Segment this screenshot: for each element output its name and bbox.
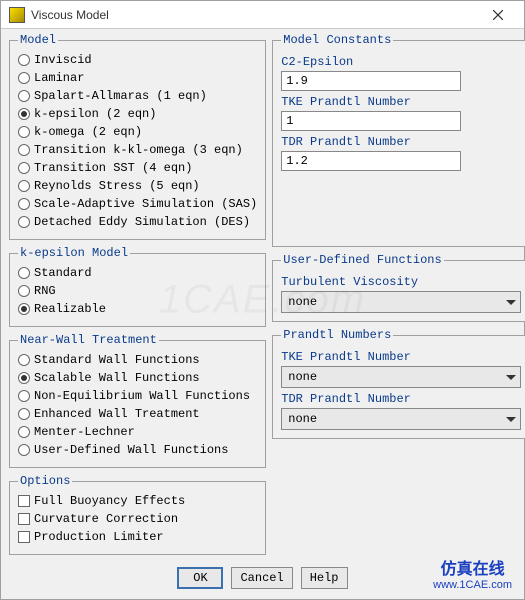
model-opt-transition-sst[interactable]: Transition SST (4 eqn) [18,159,257,177]
radio-icon [18,372,30,384]
model-opt-kepsilon[interactable]: k-epsilon (2 eqn) [18,105,257,123]
c2-epsilon-label: C2-Epsilon [281,55,521,69]
radio-icon [18,108,30,120]
nwt-opt-user-defined[interactable]: User-Defined Wall Functions [18,441,257,459]
tdr-prandtl-label: TDR Prandtl Number [281,135,521,149]
help-button[interactable]: Help [301,567,348,589]
keps-group: k-epsilon Model Standard RNG Realizable [9,246,266,327]
radio-icon [18,426,30,438]
radio-icon [18,285,30,297]
model-opt-reynolds-stress[interactable]: Reynolds Stress (5 eqn) [18,177,257,195]
prandtl-numbers-group: Prandtl Numbers TKE Prandtl Number none … [272,328,525,439]
client-area: 1CAE.com Model Inviscid Laminar Spalart-… [1,29,524,599]
opt-production-limiter[interactable]: Production Limiter [18,528,257,546]
udf-group: User-Defined Functions Turbulent Viscosi… [272,253,525,322]
titlebar: Viscous Model [1,1,524,29]
ok-button[interactable]: OK [177,567,223,589]
left-column: Model Inviscid Laminar Spalart-Allmaras … [9,33,266,561]
radio-icon [18,126,30,138]
radio-icon [18,72,30,84]
turb-viscosity-combo[interactable]: none [281,291,521,313]
radio-icon [18,303,30,315]
checkbox-icon [18,513,30,525]
nwt-group: Near-Wall Treatment Standard Wall Functi… [9,333,266,468]
tdr-prandtl-input[interactable] [281,151,461,171]
pn-tdr-label: TDR Prandtl Number [281,392,521,406]
model-opt-laminar[interactable]: Laminar [18,69,257,87]
model-opt-komega[interactable]: k-omega (2 eqn) [18,123,257,141]
viscous-model-dialog: Viscous Model 1CAE.com Model Inviscid La… [0,0,525,600]
turb-viscosity-label: Turbulent Viscosity [281,275,521,289]
options-group: Options Full Buoyancy Effects Curvature … [9,474,266,555]
keps-opt-standard[interactable]: Standard [18,264,257,282]
nwt-opt-standard[interactable]: Standard Wall Functions [18,351,257,369]
tke-prandtl-label: TKE Prandtl Number [281,95,521,109]
model-opt-spalart[interactable]: Spalart-Allmaras (1 eqn) [18,87,257,105]
radio-icon [18,216,30,228]
c2-epsilon-input[interactable] [281,71,461,91]
udf-legend: User-Defined Functions [281,253,443,267]
radio-icon [18,444,30,456]
chevron-down-icon [506,375,516,380]
nwt-legend: Near-Wall Treatment [18,333,159,347]
options-legend: Options [18,474,72,488]
pn-tke-value: none [288,370,317,384]
model-opt-sas[interactable]: Scale-Adaptive Simulation (SAS) [18,195,257,213]
keps-legend: k-epsilon Model [18,246,130,260]
chevron-down-icon [506,417,516,422]
close-icon [493,10,503,20]
app-icon [9,7,25,23]
radio-icon [18,162,30,174]
radio-icon [18,90,30,102]
keps-opt-realizable[interactable]: Realizable [18,300,257,318]
pn-tke-label: TKE Prandtl Number [281,350,521,364]
pn-tdr-combo[interactable]: none [281,408,521,430]
model-legend: Model [18,33,58,47]
radio-icon [18,198,30,210]
model-constants-group: Model Constants C2-Epsilon TKE Prandtl N… [272,33,525,247]
right-column: Model Constants C2-Epsilon TKE Prandtl N… [272,33,525,561]
checkbox-icon [18,531,30,543]
nwt-opt-nonequilibrium[interactable]: Non-Equilibrium Wall Functions [18,387,257,405]
nwt-opt-menter-lechner[interactable]: Menter-Lechner [18,423,257,441]
pn-tke-combo[interactable]: none [281,366,521,388]
keps-opt-rng[interactable]: RNG [18,282,257,300]
model-opt-inviscid[interactable]: Inviscid [18,51,257,69]
close-button[interactable] [476,3,520,27]
turb-viscosity-value: none [288,295,317,309]
model-constants-legend: Model Constants [281,33,393,47]
model-group: Model Inviscid Laminar Spalart-Allmaras … [9,33,266,240]
opt-curvature-correction[interactable]: Curvature Correction [18,510,257,528]
cancel-button[interactable]: Cancel [231,567,292,589]
radio-icon [18,390,30,402]
radio-icon [18,54,30,66]
tke-prandtl-input[interactable] [281,111,461,131]
model-opt-des[interactable]: Detached Eddy Simulation (DES) [18,213,257,231]
window-title: Viscous Model [31,8,476,22]
pn-tdr-value: none [288,412,317,426]
branding: 仿真在线 www.1CAE.com [433,561,512,591]
checkbox-icon [18,495,30,507]
nwt-opt-scalable[interactable]: Scalable Wall Functions [18,369,257,387]
radio-icon [18,180,30,192]
radio-icon [18,267,30,279]
radio-icon [18,408,30,420]
chevron-down-icon [506,300,516,305]
nwt-opt-enhanced[interactable]: Enhanced Wall Treatment [18,405,257,423]
branding-url: www.1CAE.com [433,579,512,591]
branding-cn: 仿真在线 [433,561,512,579]
model-opt-transition-kklomega[interactable]: Transition k-kl-omega (3 eqn) [18,141,257,159]
radio-icon [18,144,30,156]
prandtl-numbers-legend: Prandtl Numbers [281,328,393,342]
radio-icon [18,354,30,366]
opt-full-buoyancy[interactable]: Full Buoyancy Effects [18,492,257,510]
